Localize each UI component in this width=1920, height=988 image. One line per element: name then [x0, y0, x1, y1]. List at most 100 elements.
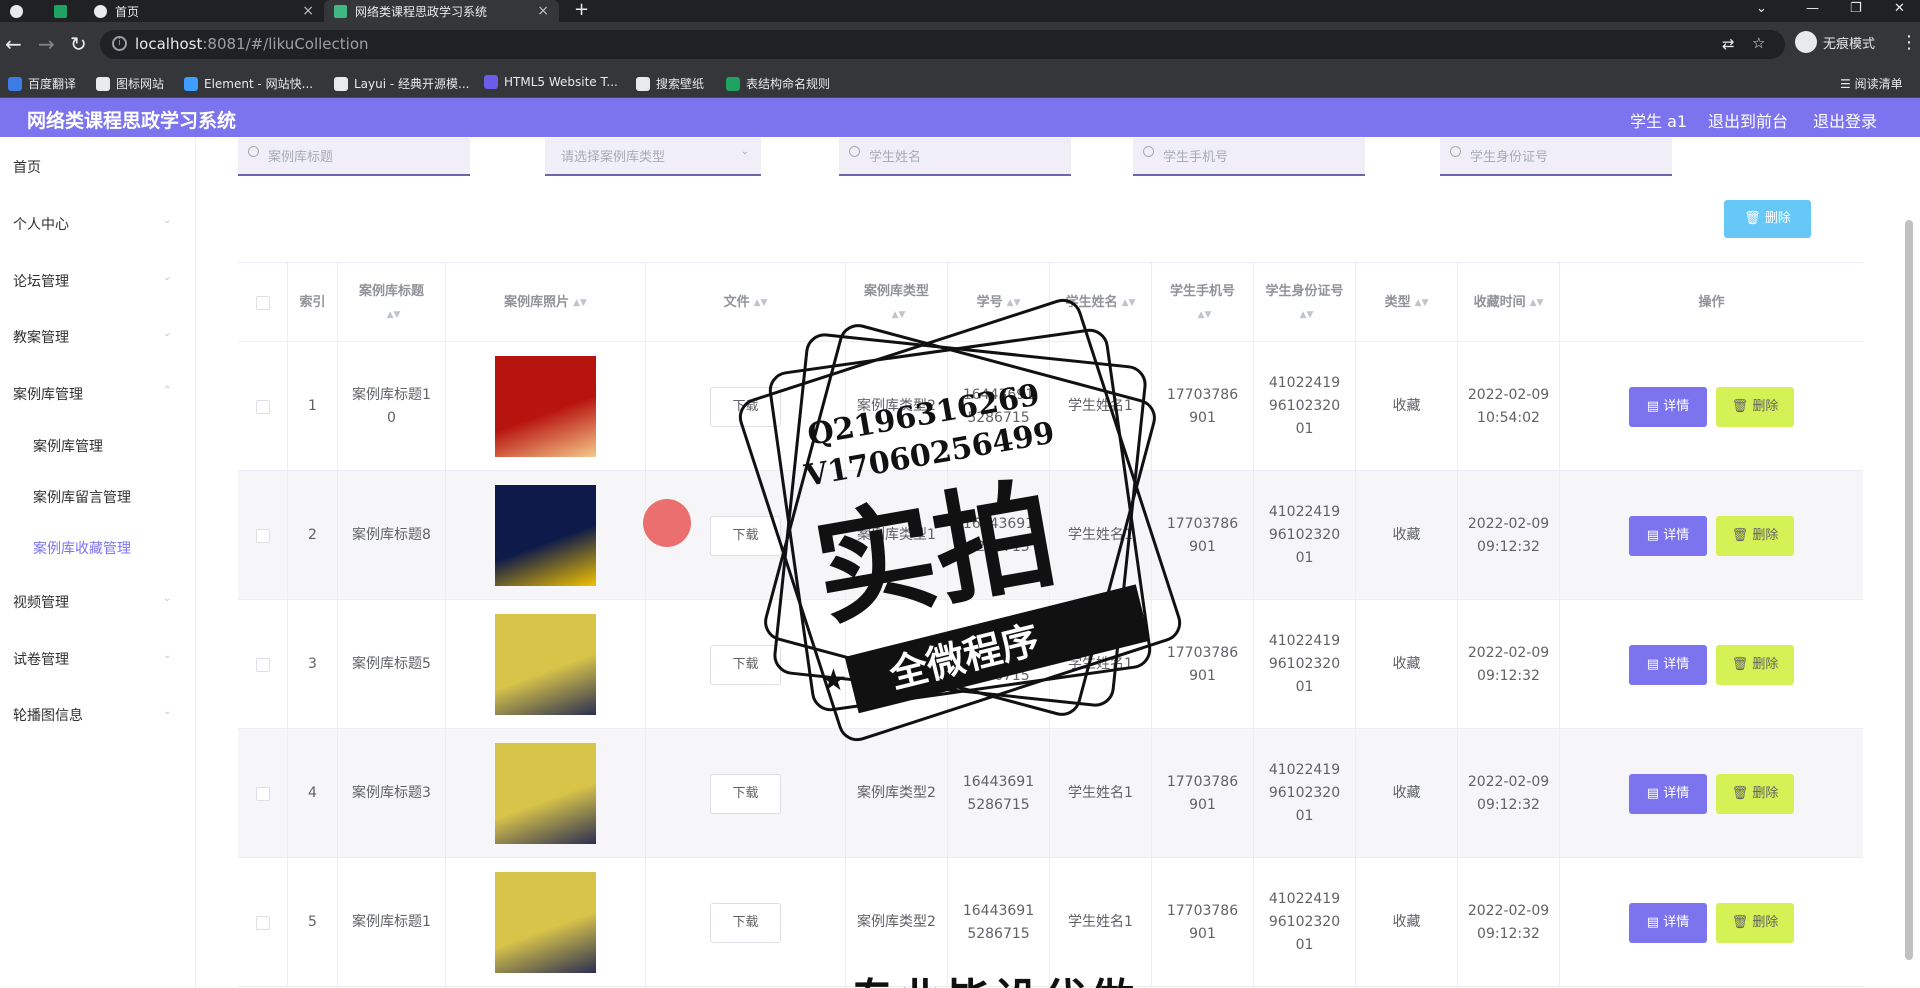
window-close-icon[interactable]: ✕	[1894, 0, 1905, 18]
checkbox[interactable]	[255, 657, 270, 672]
row-select[interactable]	[238, 471, 288, 600]
reload-icon[interactable]: ↻	[70, 32, 87, 56]
sort-icon[interactable]: ▲▼	[1415, 292, 1429, 314]
header-idcard[interactable]: 学生身份证号▲▼	[1254, 263, 1356, 343]
case-title-search-input[interactable]: 案例库标题	[238, 138, 470, 176]
row-select[interactable]	[238, 342, 288, 471]
sidebar-item-carousel[interactable]: 轮播图信息	[13, 705, 83, 725]
sidebar-sub-caselib-comments[interactable]: 案例库留言管理	[33, 487, 131, 507]
student-phone-search-input[interactable]: 学生手机号	[1133, 138, 1365, 176]
header-time[interactable]: 收藏时间 ▲▼	[1458, 263, 1560, 343]
sort-icon[interactable]: ▲▼	[1122, 292, 1136, 314]
sort-icon[interactable]: ▲▼	[892, 310, 906, 320]
case-photo[interactable]	[495, 356, 596, 457]
row-select[interactable]	[238, 858, 288, 987]
restore-icon[interactable]: ❐	[1850, 0, 1862, 18]
bookmark-item[interactable]: Element - 网站快...	[184, 75, 313, 92]
exit-to-front-link[interactable]: 退出到前台	[1708, 108, 1788, 132]
row-select[interactable]	[238, 600, 288, 729]
header-file[interactable]: 文件 ▲▼	[646, 263, 846, 343]
sort-icon[interactable]: ▲▼	[387, 310, 401, 320]
header-type[interactable]: 案例库类型 ▲▼	[846, 263, 948, 343]
sidebar-item-home[interactable]: 首页	[13, 157, 41, 177]
sort-icon[interactable]: ▲▼	[1530, 292, 1544, 314]
sidebar-item-exam[interactable]: 试卷管理	[13, 649, 69, 669]
bookmark-item[interactable]: HTML5 Website T...	[484, 75, 618, 89]
delete-button[interactable]: 🗑 删除	[1716, 773, 1794, 814]
bookmark-item[interactable]: 表结构命名规则	[726, 75, 830, 92]
bookmark-item[interactable]: 百度翻译	[8, 75, 76, 92]
case-photo[interactable]	[495, 485, 596, 586]
sort-icon[interactable]: ▲▼	[1300, 310, 1314, 320]
checkbox[interactable]	[255, 786, 270, 801]
close-icon[interactable]: ×	[302, 3, 314, 19]
delete-button[interactable]: 🗑 删除	[1716, 902, 1794, 943]
student-id-search-input[interactable]: 学生身份证号	[1440, 138, 1672, 176]
sort-icon[interactable]: ▲▼	[1007, 292, 1021, 314]
checkbox[interactable]	[255, 296, 270, 310]
incognito-indicator[interactable]: 无痕模式	[1795, 31, 1875, 53]
logout-link[interactable]: 退出登录	[1813, 108, 1877, 132]
browser-menu-icon[interactable]: ⋮	[1900, 32, 1918, 53]
detail-button[interactable]: ▤ 详情	[1629, 386, 1707, 427]
sidebar-item-forum[interactable]: 论坛管理	[13, 271, 69, 291]
browser-tab-active[interactable]: 网络类课程思政学习系统 ×	[324, 0, 559, 22]
sidebar-item-video[interactable]: 视频管理	[13, 592, 69, 612]
case-photo[interactable]	[495, 743, 596, 844]
sidebar-item-lessonplan[interactable]: 教案管理	[13, 327, 69, 347]
detail-button[interactable]: ▤ 详情	[1629, 515, 1707, 556]
close-icon[interactable]: ×	[537, 3, 549, 19]
case-photo[interactable]	[495, 872, 596, 973]
star-icon[interactable]: ☆	[1752, 34, 1765, 52]
header-phone[interactable]: 学生手机号 ▲▼	[1152, 263, 1254, 343]
header-select-all[interactable]	[238, 263, 288, 343]
sidebar-sub-caselib-collection[interactable]: 案例库收藏管理	[33, 538, 131, 558]
student-name-search-input[interactable]: 学生姓名	[839, 138, 1071, 176]
info-icon[interactable]: i	[112, 36, 127, 51]
address-bar[interactable]: i localhost:8081/#/likuCollection ⇄ ☆	[100, 30, 1785, 59]
bookmark-item[interactable]: 搜索壁纸	[636, 75, 704, 92]
header-kind[interactable]: 类型 ▲▼	[1356, 263, 1458, 343]
sort-icon[interactable]: ▲▼	[573, 292, 587, 314]
download-button[interactable]: 下载	[710, 515, 781, 556]
delete-button[interactable]: 🗑 删除	[1716, 515, 1794, 556]
case-photo[interactable]	[495, 614, 596, 715]
sort-icon[interactable]: ▲▼	[1198, 310, 1212, 320]
back-icon[interactable]: ←	[5, 32, 22, 56]
browser-tab-pinned-2[interactable]	[44, 0, 84, 22]
bookmark-item[interactable]: 图标网站	[96, 75, 164, 92]
header-title[interactable]: 案例库标题 ▲▼	[338, 263, 446, 343]
detail-button[interactable]: ▤ 详情	[1629, 902, 1707, 943]
bookmark-item[interactable]: Layui - 经典开源模...	[334, 75, 469, 92]
reading-list[interactable]: ☰ 阅读清单	[1840, 75, 1903, 92]
browser-tab-pinned-1[interactable]	[0, 0, 40, 22]
vertical-scrollbar[interactable]	[1905, 220, 1913, 960]
delete-button[interactable]: 🗑 删除	[1716, 386, 1794, 427]
checkbox[interactable]	[255, 399, 270, 414]
translate-icon[interactable]: ⇄	[1722, 35, 1735, 53]
row-select[interactable]	[238, 729, 288, 858]
sidebar-item-caselib[interactable]: 案例库管理	[13, 384, 83, 404]
sort-icon[interactable]: ▲▼	[754, 292, 768, 314]
tab-search-icon[interactable]: ⌄	[1756, 0, 1767, 18]
case-type-select[interactable]: 请选择案例库类型 ⌄	[545, 138, 761, 176]
download-button[interactable]: 下载	[710, 773, 781, 814]
download-button[interactable]: 下载	[710, 386, 781, 427]
delete-button[interactable]: 🗑 删除	[1716, 644, 1794, 685]
browser-tab-home[interactable]: 首页 ×	[84, 0, 324, 22]
header-xuehao[interactable]: 学号 ▲▼	[948, 263, 1050, 343]
sidebar-item-profile[interactable]: 个人中心	[13, 214, 69, 234]
header-photo[interactable]: 案例库照片 ▲▼	[446, 263, 646, 343]
checkbox[interactable]	[255, 528, 270, 543]
forward-icon[interactable]: →	[38, 32, 55, 56]
download-button[interactable]: 下载	[710, 902, 781, 943]
minimize-icon[interactable]: —	[1806, 0, 1819, 18]
header-name[interactable]: 学生姓名 ▲▼	[1050, 263, 1152, 343]
detail-button[interactable]: ▤ 详情	[1629, 773, 1707, 814]
bulk-delete-button[interactable]: 🗑 删除	[1724, 200, 1811, 238]
new-tab-button[interactable]: +	[574, 0, 589, 20]
sidebar-sub-caselib[interactable]: 案例库管理	[33, 436, 103, 456]
detail-button[interactable]: ▤ 详情	[1629, 644, 1707, 685]
checkbox[interactable]	[255, 915, 270, 930]
download-button[interactable]: 下载	[710, 644, 781, 685]
